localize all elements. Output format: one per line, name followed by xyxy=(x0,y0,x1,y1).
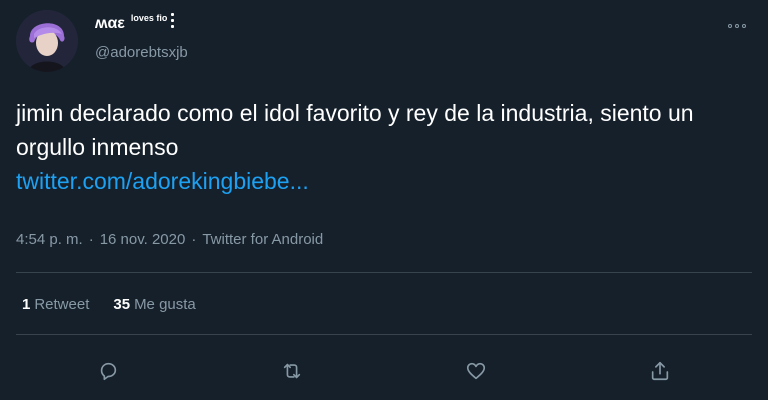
tweet-text: jimin declarado como el idol favorito y … xyxy=(16,96,716,198)
retweets-count: 1 xyxy=(22,296,31,313)
tweet-date[interactable]: 16 nov. 2020 xyxy=(100,231,186,248)
tweet-time[interactable]: 4:54 p. m. xyxy=(16,231,83,248)
reply-icon[interactable] xyxy=(91,354,125,388)
more-options-icon[interactable] xyxy=(722,14,752,38)
tweet-body: jimin declarado como el idol favorito y … xyxy=(16,100,694,160)
tweet: ʍαε loves fio @adorebtsxjb jimin declara… xyxy=(0,0,768,400)
tweet-meta: 4:54 p. m. · 16 nov. 2020 · Twitter for Andr… xyxy=(16,231,323,248)
heart-icon[interactable] xyxy=(459,354,493,388)
user-handle[interactable]: @adorebtsxjb xyxy=(95,44,188,61)
retweets-label: Retweet xyxy=(34,296,90,313)
tweet-source[interactable]: Twitter for Android xyxy=(202,231,323,248)
display-name-text: ʍαε xyxy=(95,15,125,32)
display-name-emoji-icon xyxy=(171,13,175,31)
tweet-link[interactable]: twitter.com/adorekingbiebe... xyxy=(16,164,716,198)
divider xyxy=(16,272,752,273)
avatar[interactable] xyxy=(16,10,78,72)
meta-separator: · xyxy=(88,231,94,248)
tweet-actions xyxy=(0,354,768,388)
likes-stat[interactable]: 35 Me gusta xyxy=(113,296,195,313)
likes-count: 35 xyxy=(113,296,131,313)
divider xyxy=(16,334,752,335)
retweet-icon[interactable] xyxy=(275,354,309,388)
retweets-stat[interactable]: 1 Retweet xyxy=(22,296,89,313)
meta-separator: · xyxy=(191,231,197,248)
likes-label: Me gusta xyxy=(134,296,196,313)
display-name-extra: loves fio xyxy=(130,13,168,23)
share-icon[interactable] xyxy=(643,354,677,388)
display-name[interactable]: ʍαε loves fio xyxy=(95,13,175,33)
tweet-stats: 1 Retweet 35 Me gusta xyxy=(22,296,196,313)
